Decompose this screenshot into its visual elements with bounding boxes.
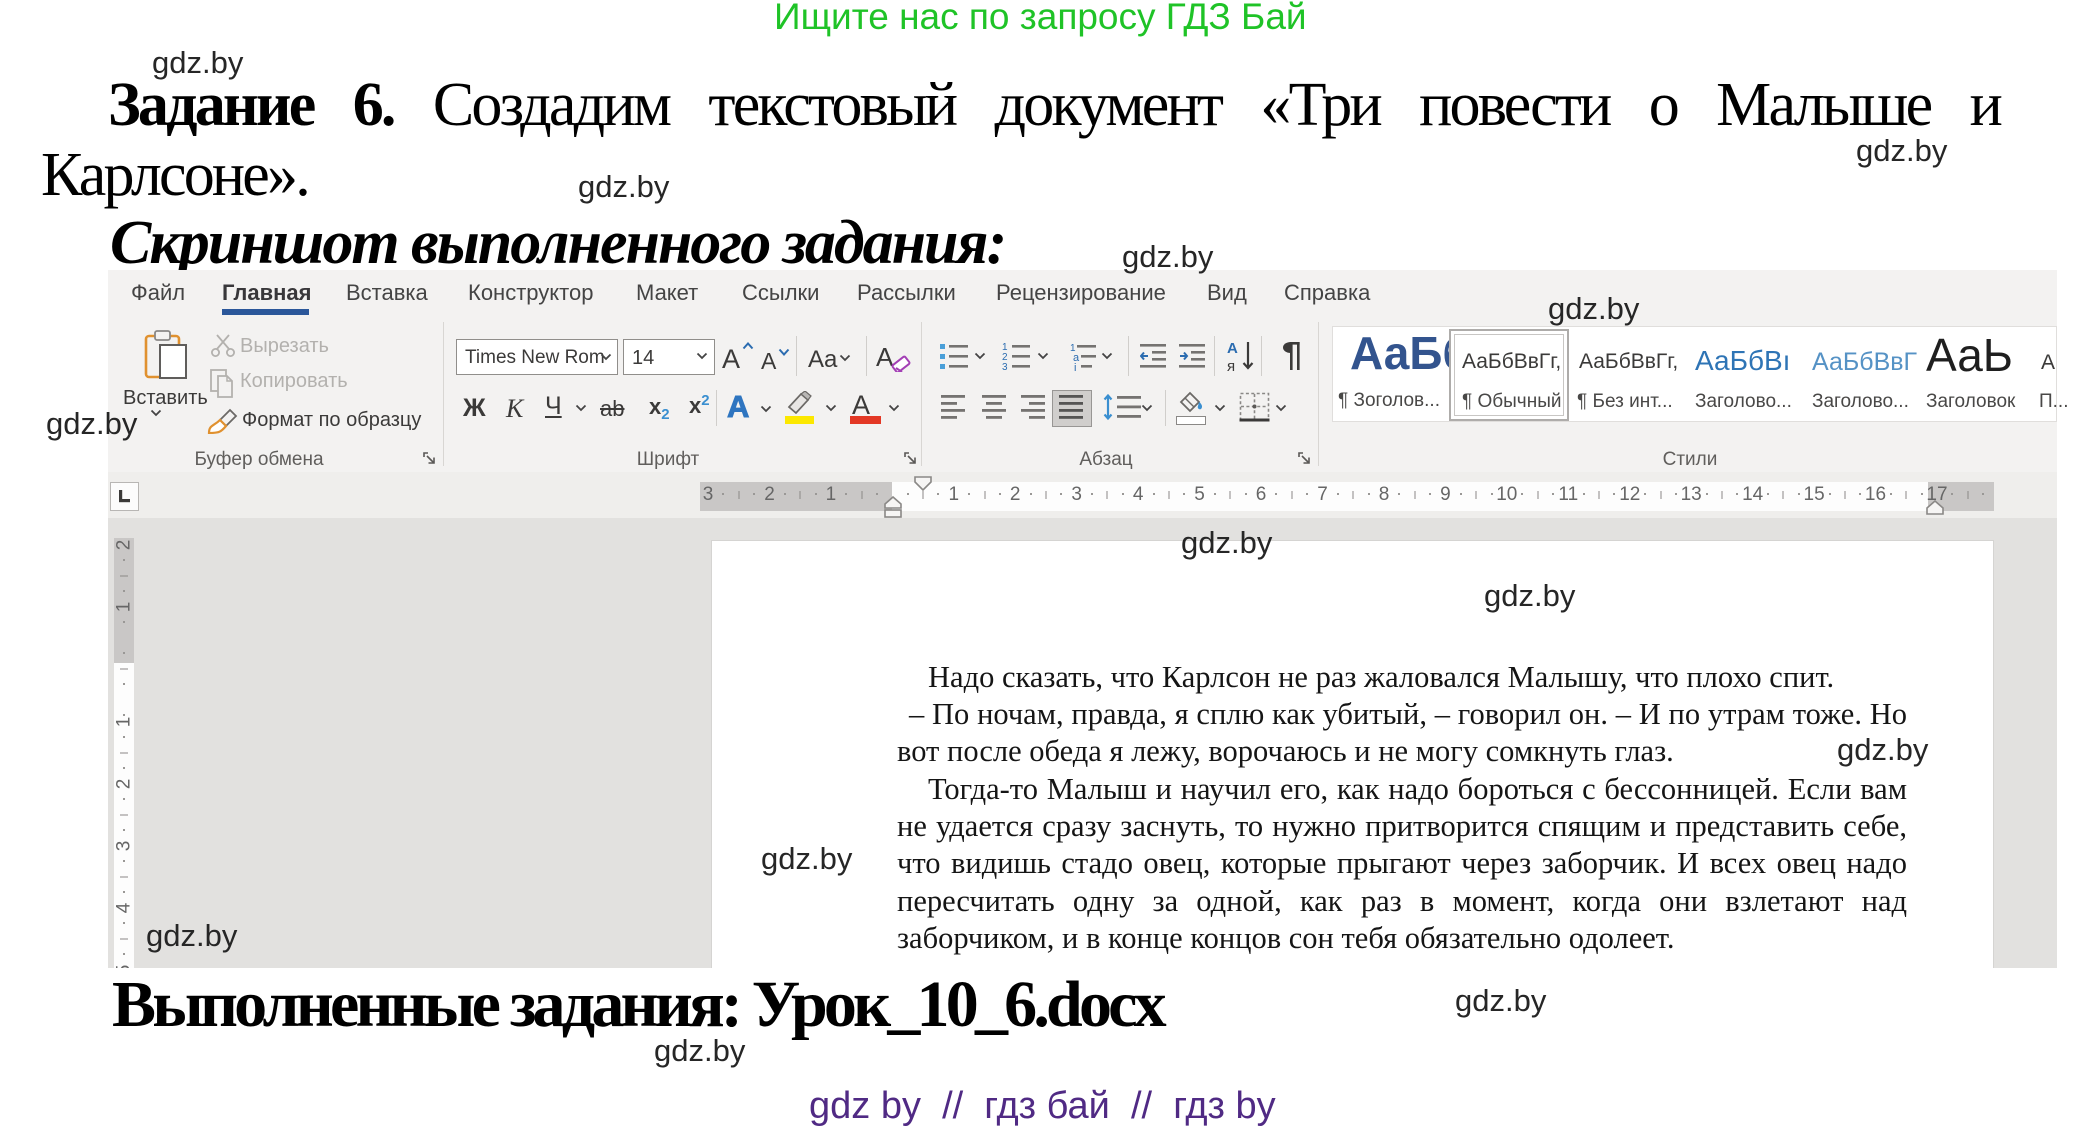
svg-text:я: я — [1227, 358, 1235, 374]
svg-text:i: i — [1074, 362, 1076, 372]
svg-text:3: 3 — [1002, 362, 1008, 372]
svg-text:А: А — [1227, 340, 1238, 357]
